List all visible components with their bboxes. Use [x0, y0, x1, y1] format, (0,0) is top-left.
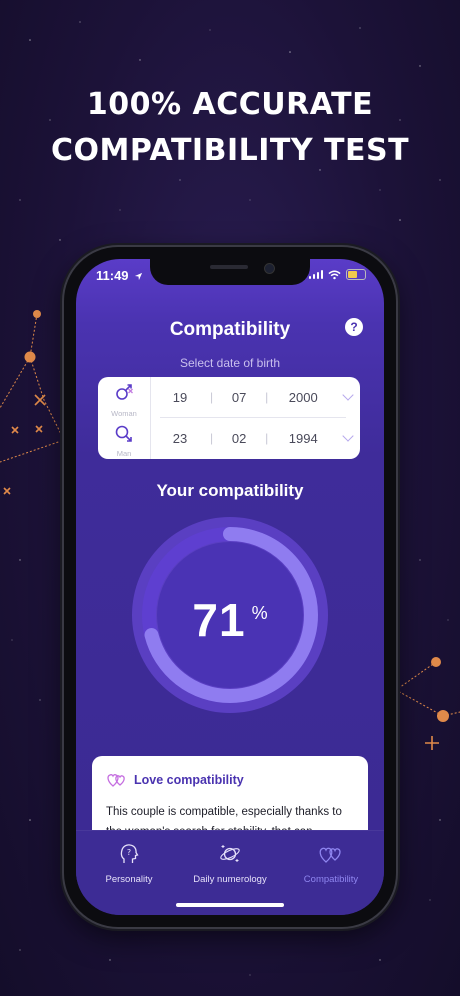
woman-date-row[interactable]: 19 | 07 | 2000 [150, 377, 360, 417]
planet-icon [220, 845, 240, 862]
status-indicators [308, 269, 366, 280]
mars-icon [115, 425, 132, 442]
score-unit: % [251, 603, 268, 623]
woman-year[interactable]: 2000 [268, 390, 338, 405]
dob-prompt: Select date of birth [179, 356, 281, 370]
hearts-icon [319, 847, 341, 863]
dob-selector-card: Woman Man 19 | 07 | 2000 23 | 02 | 1994 [98, 377, 360, 459]
chevron-down-icon[interactable] [342, 389, 354, 401]
woman-month[interactable]: 07 [213, 390, 265, 405]
man-label: Man [116, 449, 132, 458]
tab-label: Personality [105, 874, 153, 885]
man-date-row[interactable]: 23 | 02 | 1994 [150, 418, 360, 458]
compatibility-heading: Your compatibility [156, 481, 304, 500]
bottom-tab-bar: ? Personality Daily numerology Compatibi… [76, 830, 384, 915]
love-card-header: Love compatibility [106, 772, 244, 788]
headline-line-2: COMPATIBILITY TEST [50, 133, 410, 168]
wifi-icon [328, 270, 341, 279]
promo-headline: 100% ACCURATE COMPATIBILITY TEST [0, 82, 460, 174]
chevron-down-icon[interactable] [342, 430, 354, 442]
hearts-icon [107, 774, 125, 787]
tab-daily-numerology[interactable]: Daily numerology [179, 843, 281, 885]
man-gender: Man [98, 423, 150, 458]
score-value: 71 [192, 594, 246, 646]
man-year[interactable]: 1994 [268, 431, 338, 446]
speaker-grille [210, 265, 248, 269]
love-card-title: Love compatibility [134, 773, 244, 787]
home-indicator[interactable] [176, 903, 284, 907]
tab-label: Daily numerology [193, 874, 267, 885]
woman-gender: Woman [98, 383, 150, 418]
app-screen: 11:49 Compatibility ? Select date of bir… [76, 259, 384, 915]
location-arrow-icon [135, 272, 143, 281]
man-month[interactable]: 02 [213, 431, 265, 446]
help-button[interactable]: ? [345, 318, 363, 336]
phone-notch [150, 259, 310, 285]
front-camera [264, 263, 275, 274]
gender-column: Woman Man [98, 377, 151, 459]
man-day[interactable]: 23 [150, 431, 210, 446]
woman-day[interactable]: 19 [150, 390, 210, 405]
venus-mars-icon [116, 384, 133, 400]
compatibility-score: 71% [76, 593, 384, 647]
page-title: Compatibility [169, 319, 291, 340]
tab-label: Compatibility [303, 874, 359, 885]
svg-text:?: ? [127, 848, 131, 857]
woman-label: Woman [111, 409, 137, 418]
headline-line-1: 100% ACCURATE [86, 87, 374, 122]
phone-frame: 11:49 Compatibility ? Select date of bir… [64, 247, 396, 927]
battery-icon [346, 269, 366, 280]
tab-compatibility[interactable]: Compatibility [280, 843, 382, 885]
head-question-icon: ? [120, 844, 139, 863]
tab-personality[interactable]: ? Personality [78, 843, 180, 885]
status-time: 11:49 [96, 268, 143, 283]
cellular-signal-icon [308, 270, 323, 279]
